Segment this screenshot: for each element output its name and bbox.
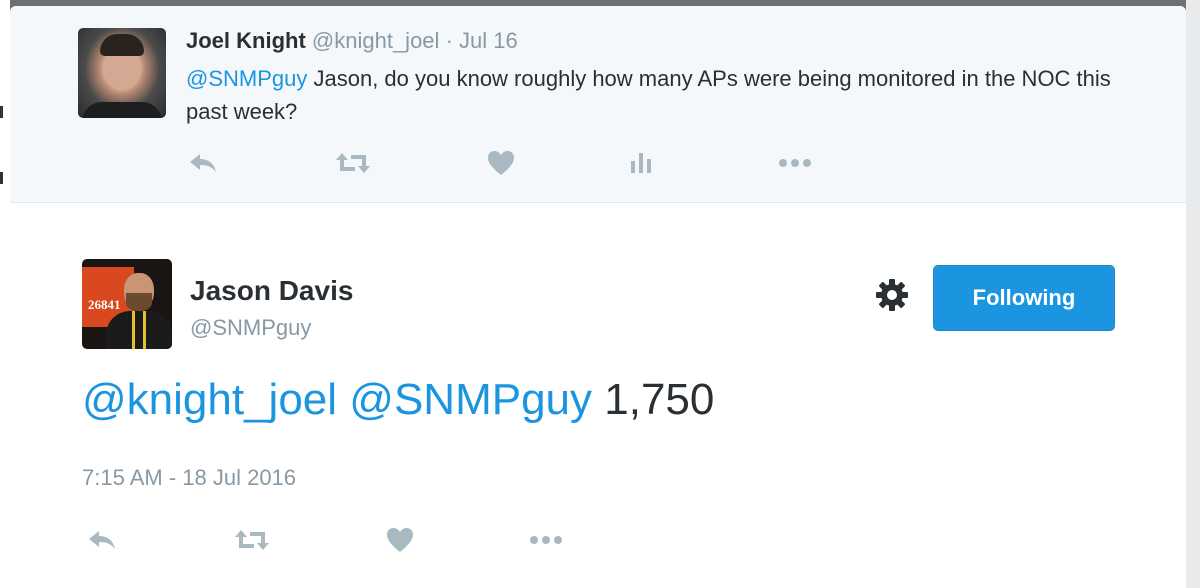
main-tweet: 26841 Jason Davis @SNMPguy Following @kn… (10, 203, 1186, 588)
user-handle[interactable]: @knight_joel (312, 28, 440, 53)
avatar-screen-text: 26841 (88, 297, 121, 312)
parent-tweet[interactable]: Joel Knight @knight_joel · Jul 16 @SNMPg… (10, 6, 1186, 203)
mention-link[interactable]: @knight_joel (82, 375, 337, 424)
tweet-date[interactable]: Jul 16 (459, 28, 518, 53)
user-actions-button[interactable] (872, 275, 912, 315)
background-page-right (1186, 0, 1200, 588)
tweet-actions (10, 148, 1186, 178)
avatar-shirt (82, 102, 162, 118)
chevron-right-icon (0, 106, 9, 118)
reply-icon (190, 154, 216, 172)
avatar-beard (126, 293, 152, 311)
avatar[interactable] (78, 28, 166, 118)
like-button[interactable] (382, 525, 418, 555)
like-button[interactable] (483, 148, 519, 178)
retweet-button[interactable] (335, 148, 371, 178)
following-button[interactable]: Following (933, 265, 1115, 331)
tweet-text: @SNMPguy Jason, do you know roughly how … (186, 62, 1126, 128)
retweet-icon (235, 530, 269, 550)
more-button[interactable] (777, 148, 813, 178)
more-button[interactable] (528, 525, 564, 555)
retweet-icon (336, 153, 370, 173)
tweet-body: Jason, do you know roughly how many APs … (186, 66, 1111, 124)
gear-icon (876, 279, 908, 311)
tweet-header: Joel Knight @knight_joel · Jul 16 (186, 28, 518, 54)
reply-button[interactable] (185, 148, 221, 178)
like-icon (387, 528, 413, 552)
tweet-body: 1,750 (604, 375, 715, 424)
chevron-right-icon (0, 172, 9, 184)
like-icon (488, 151, 514, 175)
more-icon (530, 536, 562, 544)
avatar-hair (100, 34, 144, 56)
user-name[interactable]: Joel Knight (186, 28, 306, 53)
user-handle[interactable]: @SNMPguy (190, 315, 311, 341)
mention-link[interactable]: @SNMPguy (349, 375, 592, 424)
avatar-lanyard (132, 311, 146, 349)
retweet-button[interactable] (234, 525, 270, 555)
reply-button[interactable] (84, 525, 120, 555)
background-page-left (0, 0, 10, 588)
date-separator: · (445, 28, 453, 53)
more-icon (779, 159, 811, 167)
tweet-text: @knight_joel @SNMPguy 1,750 (82, 375, 714, 425)
mention-link[interactable]: @SNMPguy (186, 66, 307, 91)
avatar[interactable]: 26841 (82, 259, 172, 349)
user-name[interactable]: Jason Davis (190, 275, 353, 307)
reply-icon (89, 531, 115, 549)
tweet-permalink-modal: Joel Knight @knight_joel · Jul 16 @SNMPg… (10, 6, 1186, 588)
analytics-icon (631, 153, 651, 173)
analytics-button[interactable] (623, 148, 659, 178)
tweet-actions (10, 525, 1186, 555)
tweet-timestamp[interactable]: 7:15 AM - 18 Jul 2016 (82, 465, 296, 491)
